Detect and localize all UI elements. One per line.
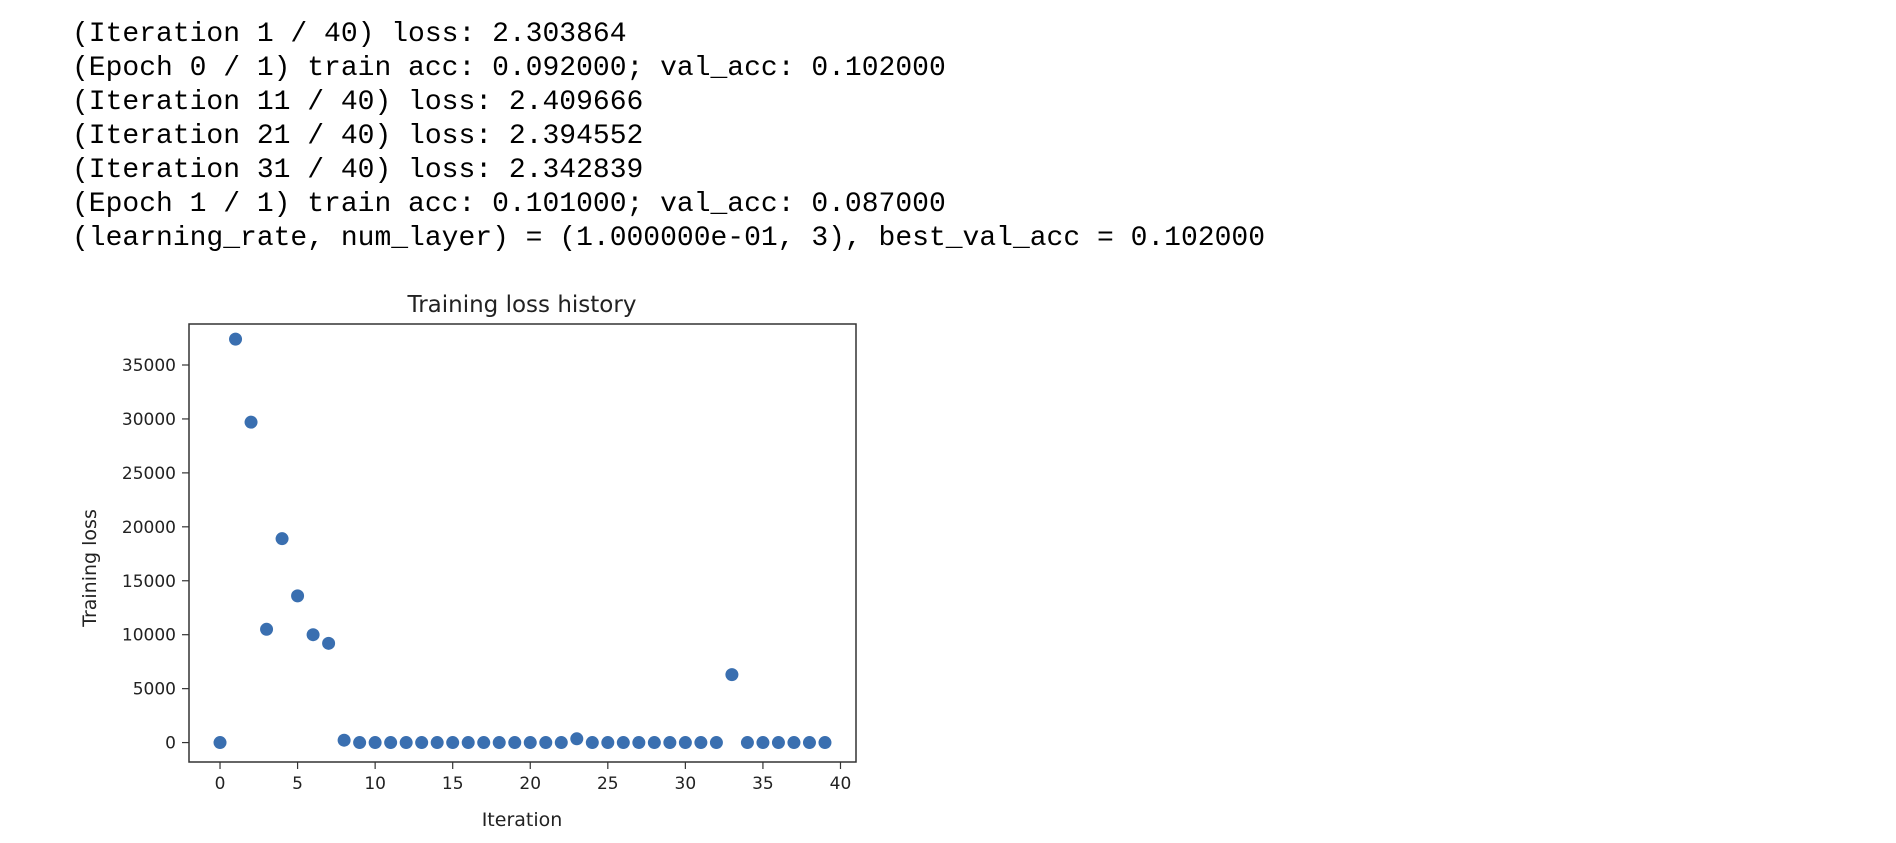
data-point bbox=[306, 628, 320, 642]
data-point bbox=[508, 736, 522, 750]
data-point bbox=[244, 415, 258, 429]
data-point bbox=[585, 736, 599, 750]
console-line: (Iteration 21 / 40) loss: 2.394552 bbox=[72, 121, 644, 152]
y-axis-label: Training loss bbox=[79, 509, 101, 628]
data-point bbox=[492, 736, 506, 750]
data-point bbox=[368, 736, 382, 750]
data-point bbox=[787, 736, 801, 750]
data-point bbox=[523, 736, 537, 750]
chart-title: Training loss history bbox=[407, 292, 637, 318]
data-point bbox=[291, 589, 305, 603]
data-point bbox=[353, 736, 367, 750]
data-point bbox=[616, 736, 630, 750]
x-tick-label: 0 bbox=[215, 774, 226, 794]
y-tick-label: 25000 bbox=[122, 464, 176, 484]
x-tick-label: 10 bbox=[364, 774, 386, 794]
console-output: (Iteration 1 / 40) loss: 2.303864 (Epoch… bbox=[72, 18, 1265, 256]
data-point bbox=[384, 736, 398, 750]
data-point bbox=[709, 736, 723, 750]
data-point bbox=[213, 736, 227, 750]
data-point bbox=[415, 736, 429, 750]
x-tick-label: 5 bbox=[292, 774, 303, 794]
data-point bbox=[663, 736, 677, 750]
data-point bbox=[725, 668, 739, 682]
console-line: (Iteration 11 / 40) loss: 2.409666 bbox=[72, 87, 644, 118]
data-point bbox=[399, 736, 413, 750]
data-point bbox=[461, 736, 475, 750]
data-point bbox=[275, 532, 289, 546]
x-tick-label: 30 bbox=[675, 774, 697, 794]
data-point bbox=[756, 736, 770, 750]
data-point bbox=[260, 622, 274, 636]
console-line: (Iteration 31 / 40) loss: 2.342839 bbox=[72, 155, 644, 186]
x-tick-label: 25 bbox=[597, 774, 619, 794]
data-point bbox=[818, 736, 832, 750]
console-line: (Epoch 1 / 1) train acc: 0.101000; val_a… bbox=[72, 189, 946, 220]
data-point bbox=[802, 736, 816, 750]
data-point bbox=[554, 736, 568, 750]
training-loss-chart: Training loss history Training loss Iter… bbox=[79, 292, 857, 831]
data-point bbox=[601, 736, 615, 750]
data-point bbox=[322, 636, 336, 650]
data-point bbox=[694, 736, 708, 750]
y-tick-label: 20000 bbox=[122, 518, 176, 538]
training-loss-figure: Training loss history Training loss Iter… bbox=[0, 280, 900, 843]
data-point bbox=[229, 332, 243, 346]
plot-frame bbox=[188, 323, 857, 763]
data-point bbox=[771, 736, 785, 750]
console-line: (learning_rate, num_layer) = (1.000000e-… bbox=[72, 223, 1265, 254]
data-point bbox=[570, 732, 584, 746]
console-line: (Iteration 1 / 40) loss: 2.303864 bbox=[72, 19, 627, 50]
x-tick-label: 15 bbox=[442, 774, 464, 794]
data-point bbox=[740, 736, 754, 750]
data-point bbox=[446, 736, 460, 750]
x-axis-label: Iteration bbox=[482, 809, 563, 831]
console-line: (Epoch 0 / 1) train acc: 0.092000; val_a… bbox=[72, 53, 946, 84]
data-point bbox=[647, 736, 661, 750]
y-tick-label: 10000 bbox=[122, 626, 176, 646]
y-tick-label: 15000 bbox=[122, 572, 176, 592]
y-tick-label: 0 bbox=[165, 734, 176, 754]
data-point bbox=[678, 736, 692, 750]
data-points bbox=[213, 332, 832, 750]
x-tick-label: 35 bbox=[752, 774, 774, 794]
data-point bbox=[632, 736, 646, 750]
data-point bbox=[539, 736, 553, 750]
data-point bbox=[430, 736, 444, 750]
y-tick-label: 35000 bbox=[122, 356, 176, 376]
axis-ticks: 0 5 10 15 20 25 30 35 40 0 5000 10000 15000 20000 2500… bbox=[122, 356, 851, 794]
y-tick-label: 30000 bbox=[122, 410, 176, 430]
x-tick-label: 20 bbox=[519, 774, 541, 794]
y-tick-label: 5000 bbox=[133, 680, 176, 700]
data-point bbox=[477, 736, 491, 750]
data-point bbox=[337, 733, 351, 747]
x-tick-label: 40 bbox=[830, 774, 852, 794]
